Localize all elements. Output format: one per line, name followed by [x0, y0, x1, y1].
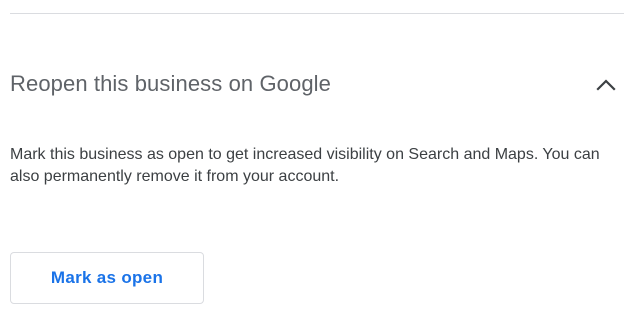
top-divider	[10, 13, 624, 14]
section-description: Mark this business as open to get increa…	[10, 146, 600, 185]
mark-as-open-button[interactable]: Mark as open	[10, 252, 204, 304]
chevron-up-icon[interactable]	[588, 66, 624, 102]
section-title: Reopen this business on Google	[10, 71, 331, 96]
reopen-section-header[interactable]: Reopen this business on Google	[10, 62, 626, 106]
reopen-business-panel: Reopen this business on Google Mark this…	[0, 0, 636, 327]
